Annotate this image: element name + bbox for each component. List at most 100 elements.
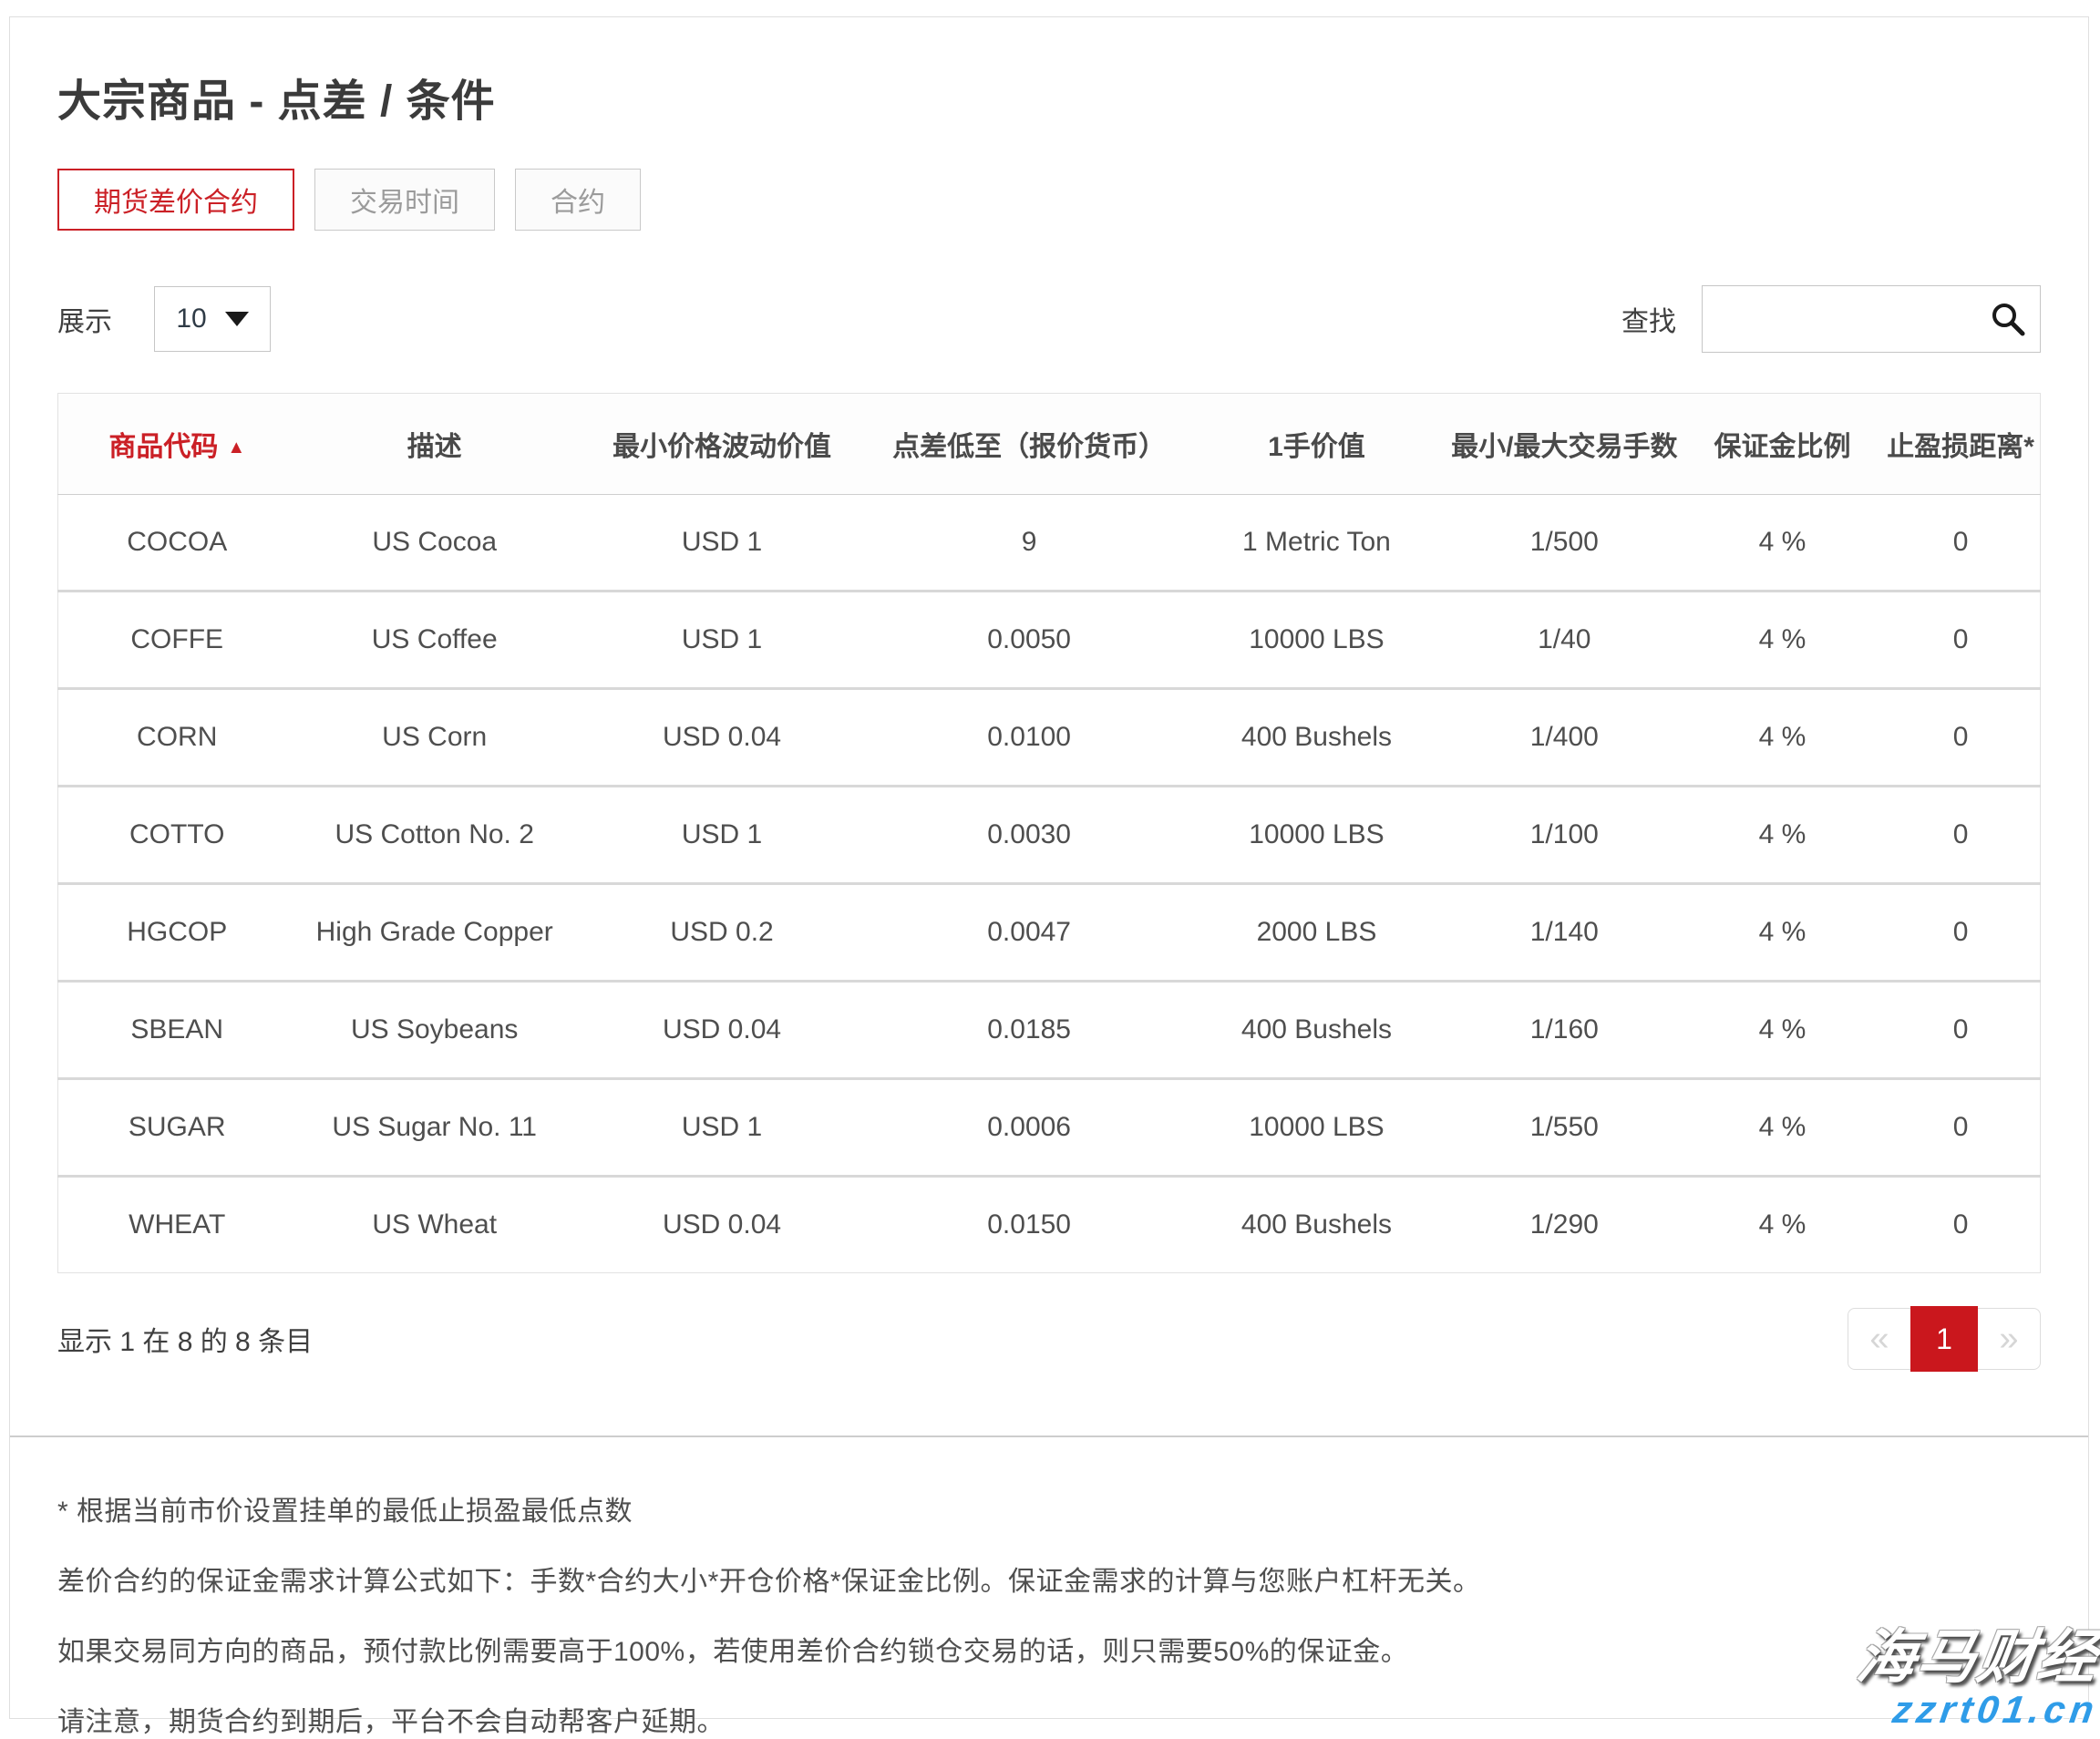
table-cell: 0.0185 bbox=[870, 982, 1188, 1079]
tab-bar: 期货差价合约交易时间合约 bbox=[57, 169, 2041, 231]
pagination: « 1 » bbox=[1848, 1306, 2041, 1372]
commodities-table: 商品代码▲描述最小价格波动价值点差低至（报价货币）1手价值最小/最大交易手数保证… bbox=[57, 393, 2041, 1273]
page-length-select[interactable]: 10 bbox=[154, 286, 271, 352]
watermark-brand: 海马财经 bbox=[1853, 1627, 2100, 1688]
table-cell: 4 % bbox=[1683, 884, 1881, 982]
page-title: 大宗商品 - 点差 / 条件 bbox=[57, 65, 2041, 129]
table-cell: 0 bbox=[1881, 689, 2040, 787]
watermark-url: zzrt01.cn bbox=[1890, 1690, 2100, 1730]
search-label: 查找 bbox=[1621, 299, 1676, 339]
table-controls: 展示 10 查找 bbox=[57, 285, 2041, 353]
table-cell: 4 % bbox=[1683, 495, 1881, 592]
table-cell: 0.0050 bbox=[870, 592, 1188, 689]
footnote-line: 如果交易同方向的商品，预付款比例需要高于100%，若使用差价合约锁仓交易的话，则… bbox=[57, 1629, 2041, 1669]
table-cell: 4 % bbox=[1683, 592, 1881, 689]
table-cell: 0 bbox=[1881, 982, 2040, 1079]
table-cell: 4 % bbox=[1683, 982, 1881, 1079]
table-cell: USD 1 bbox=[573, 1079, 870, 1177]
search-wrap bbox=[1702, 285, 2041, 353]
table-cell: 0 bbox=[1881, 787, 2040, 884]
table-cell: USD 0.2 bbox=[573, 884, 870, 982]
column-header-7[interactable]: 止盈损距离* bbox=[1881, 394, 2040, 495]
table-cell: US Sugar No. 11 bbox=[295, 1079, 572, 1177]
table-cell: High Grade Copper bbox=[295, 884, 572, 982]
table-row: COTTOUS Cotton No. 2USD 10.003010000 LBS… bbox=[58, 787, 2041, 884]
column-header-6[interactable]: 保证金比例 bbox=[1683, 394, 1881, 495]
table-cell: 4 % bbox=[1683, 689, 1881, 787]
table-cell: 400 Bushels bbox=[1188, 689, 1446, 787]
table-cell: 0 bbox=[1881, 495, 2040, 592]
table-cell: 1/160 bbox=[1446, 982, 1683, 1079]
show-label: 展示 bbox=[57, 299, 112, 339]
entries-info: 显示 1 在 8 的 8 条目 bbox=[57, 1319, 313, 1359]
table-header: 商品代码▲描述最小价格波动价值点差低至（报价货币）1手价值最小/最大交易手数保证… bbox=[58, 394, 2041, 495]
section-divider bbox=[10, 1435, 2088, 1437]
column-header-3[interactable]: 点差低至（报价货币） bbox=[870, 394, 1188, 495]
table-cell: 4 % bbox=[1683, 1177, 1881, 1273]
table-cell: 1/550 bbox=[1446, 1079, 1683, 1177]
table-cell: 0 bbox=[1881, 1079, 2040, 1177]
table-cell: 0.0047 bbox=[870, 884, 1188, 982]
column-header-0[interactable]: 商品代码▲ bbox=[58, 394, 296, 495]
table-cell: USD 0.04 bbox=[573, 982, 870, 1079]
table-row: HGCOPHigh Grade CopperUSD 0.20.00472000 … bbox=[58, 884, 2041, 982]
footnotes: * 根据当前市价设置挂单的最低止损盈最低点数差价合约的保证金需求计算公式如下：手… bbox=[57, 1488, 2041, 1739]
table-cell: 4 % bbox=[1683, 1079, 1881, 1177]
table-cell: 10000 LBS bbox=[1188, 787, 1446, 884]
table-cell: 400 Bushels bbox=[1188, 982, 1446, 1079]
table-cell: US Soybeans bbox=[295, 982, 572, 1079]
table-cell: 10000 LBS bbox=[1188, 592, 1446, 689]
column-header-5[interactable]: 最小/最大交易手数 bbox=[1446, 394, 1683, 495]
table-cell: WHEAT bbox=[58, 1177, 296, 1273]
table-cell: 0.0100 bbox=[870, 689, 1188, 787]
column-header-1[interactable]: 描述 bbox=[295, 394, 572, 495]
table-cell: 0.0030 bbox=[870, 787, 1188, 884]
table-cell: USD 0.04 bbox=[573, 1177, 870, 1273]
table-cell: US Cocoa bbox=[295, 495, 572, 592]
table-cell: CORN bbox=[58, 689, 296, 787]
column-header-2[interactable]: 最小价格波动价值 bbox=[573, 394, 870, 495]
pagination-page-1-button[interactable]: 1 bbox=[1910, 1306, 1978, 1372]
table-cell: USD 1 bbox=[573, 592, 870, 689]
table-cell: 0.0150 bbox=[870, 1177, 1188, 1273]
table-cell: 0.0006 bbox=[870, 1079, 1188, 1177]
table-cell: 1/290 bbox=[1446, 1177, 1683, 1273]
table-cell: COTTO bbox=[58, 787, 296, 884]
table-cell: 1/40 bbox=[1446, 592, 1683, 689]
table-cell: 0 bbox=[1881, 1177, 2040, 1273]
table-cell: 0 bbox=[1881, 884, 2040, 982]
table-cell: HGCOP bbox=[58, 884, 296, 982]
content-card: 大宗商品 - 点差 / 条件 期货差价合约交易时间合约 展示 10 查找 商品代… bbox=[9, 16, 2089, 1719]
search-input[interactable] bbox=[1702, 285, 2041, 353]
table-cell: COCOA bbox=[58, 495, 296, 592]
table-cell: 1 Metric Ton bbox=[1188, 495, 1446, 592]
page-number: 1 bbox=[1936, 1322, 1952, 1356]
prev-icon: « bbox=[1869, 1320, 1889, 1359]
sort-asc-icon: ▲ bbox=[227, 437, 245, 458]
table-cell: 400 Bushels bbox=[1188, 1177, 1446, 1273]
table-footer: 显示 1 在 8 的 8 条目 « 1 » bbox=[57, 1306, 2041, 1372]
tab-1[interactable]: 交易时间 bbox=[314, 169, 495, 231]
table-cell: 1/100 bbox=[1446, 787, 1683, 884]
table-cell: 9 bbox=[870, 495, 1188, 592]
table-cell: USD 1 bbox=[573, 495, 870, 592]
tab-2[interactable]: 合约 bbox=[515, 169, 641, 231]
search-control: 查找 bbox=[1621, 285, 2041, 353]
table-row: WHEATUS WheatUSD 0.040.0150400 Bushels1/… bbox=[58, 1177, 2041, 1273]
table-cell: US Corn bbox=[295, 689, 572, 787]
footnote-line: 请注意，期货合约到期后，平台不会自动帮客户延期。 bbox=[57, 1699, 2041, 1739]
footnote-line: * 根据当前市价设置挂单的最低止损盈最低点数 bbox=[57, 1488, 2041, 1528]
table-cell: 1/500 bbox=[1446, 495, 1683, 592]
table-row: COCOAUS CocoaUSD 191 Metric Ton1/5004 %0 bbox=[58, 495, 2041, 592]
table-row: COFFEUS CoffeeUSD 10.005010000 LBS1/404 … bbox=[58, 592, 2041, 689]
tab-0[interactable]: 期货差价合约 bbox=[57, 169, 294, 231]
column-header-4[interactable]: 1手价值 bbox=[1188, 394, 1446, 495]
pagination-next-button[interactable]: » bbox=[1977, 1308, 2041, 1370]
table-cell: SBEAN bbox=[58, 982, 296, 1079]
pagination-prev-button[interactable]: « bbox=[1848, 1308, 1911, 1370]
table-cell: USD 1 bbox=[573, 787, 870, 884]
table-cell: 2000 LBS bbox=[1188, 884, 1446, 982]
table-row: SUGARUS Sugar No. 11USD 10.000610000 LBS… bbox=[58, 1079, 2041, 1177]
table-cell: US Wheat bbox=[295, 1177, 572, 1273]
table-cell: 1/400 bbox=[1446, 689, 1683, 787]
